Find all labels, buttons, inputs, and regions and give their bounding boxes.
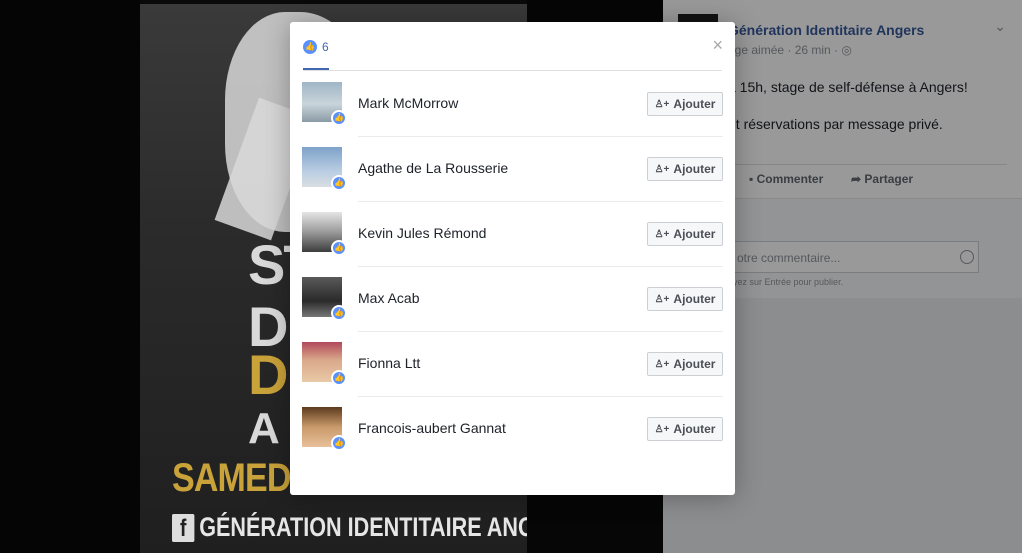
close-icon[interactable]: × xyxy=(712,36,723,54)
add-friend-label: Ajouter xyxy=(673,357,716,371)
add-friend-label: Ajouter xyxy=(673,162,716,176)
list-item: 👍 Fionna Ltt ♙+ Ajouter xyxy=(302,332,723,397)
poster-footer: f GÉNÉRATION IDENTITAIRE ANGERS xyxy=(172,512,527,543)
add-friend-icon: ♙+ xyxy=(654,358,670,370)
likers-list: 👍 Mark McMorrow ♙+ Ajouter 👍 Agathe de La… xyxy=(302,72,723,462)
header-divider xyxy=(303,70,722,71)
add-friend-label: Ajouter xyxy=(673,292,716,306)
list-item: 👍 Mark McMorrow ♙+ Ajouter xyxy=(302,72,723,137)
add-friend-icon: ♙+ xyxy=(654,228,670,240)
thumbs-up-icon: 👍 xyxy=(331,305,347,321)
list-item: 👍 Max Acab ♙+ Ajouter xyxy=(302,267,723,332)
list-item: 👍 Kevin Jules Rémond ♙+ Ajouter xyxy=(302,202,723,267)
thumbs-up-icon: 👍 xyxy=(331,175,347,191)
thumbs-up-icon: 👍 xyxy=(331,435,347,451)
tab-all-likes[interactable]: 👍 6 xyxy=(303,38,329,71)
list-item: 👍 Francois-aubert Gannat ♙+ Ajouter xyxy=(302,397,723,462)
add-friend-button[interactable]: ♙+ Ajouter xyxy=(647,287,723,311)
thumbs-up-icon: 👍 xyxy=(303,40,317,54)
add-friend-button[interactable]: ♙+ Ajouter xyxy=(647,417,723,441)
thumbs-up-icon: 👍 xyxy=(331,240,347,256)
person-name[interactable]: Kevin Jules Rémond xyxy=(358,225,486,241)
person-name[interactable]: Max Acab xyxy=(358,290,419,306)
photo-theater-left xyxy=(0,0,140,553)
person-name[interactable]: Francois-aubert Gannat xyxy=(358,420,506,436)
add-friend-label: Ajouter xyxy=(673,422,716,436)
thumbs-up-icon: 👍 xyxy=(331,370,347,386)
add-friend-button[interactable]: ♙+ Ajouter xyxy=(647,92,723,116)
reactions-dialog: 👍 6 × 👍 Mark McMorrow ♙+ Ajouter 👍 Agathe… xyxy=(290,22,735,495)
person-name[interactable]: Fionna Ltt xyxy=(358,355,420,371)
add-friend-button[interactable]: ♙+ Ajouter xyxy=(647,222,723,246)
list-item: 👍 Agathe de La Rousserie ♙+ Ajouter xyxy=(302,137,723,202)
thumbs-up-icon: 👍 xyxy=(331,110,347,126)
add-friend-icon: ♙+ xyxy=(654,293,670,305)
poster-headline-4: A xyxy=(248,404,280,453)
add-friend-label: Ajouter xyxy=(673,97,716,111)
poster-footer-text: GÉNÉRATION IDENTITAIRE ANGERS xyxy=(199,512,527,542)
add-friend-label: Ajouter xyxy=(673,227,716,241)
facebook-logo-icon: f xyxy=(172,513,195,542)
add-friend-button[interactable]: ♙+ Ajouter xyxy=(647,157,723,181)
add-friend-button[interactable]: ♙+ Ajouter xyxy=(647,352,723,376)
likes-count: 6 xyxy=(322,40,329,54)
add-friend-icon: ♙+ xyxy=(654,423,670,435)
person-name[interactable]: Mark McMorrow xyxy=(358,95,458,111)
add-friend-icon: ♙+ xyxy=(654,98,670,110)
add-friend-icon: ♙+ xyxy=(654,163,670,175)
person-name[interactable]: Agathe de La Rousserie xyxy=(358,160,508,176)
